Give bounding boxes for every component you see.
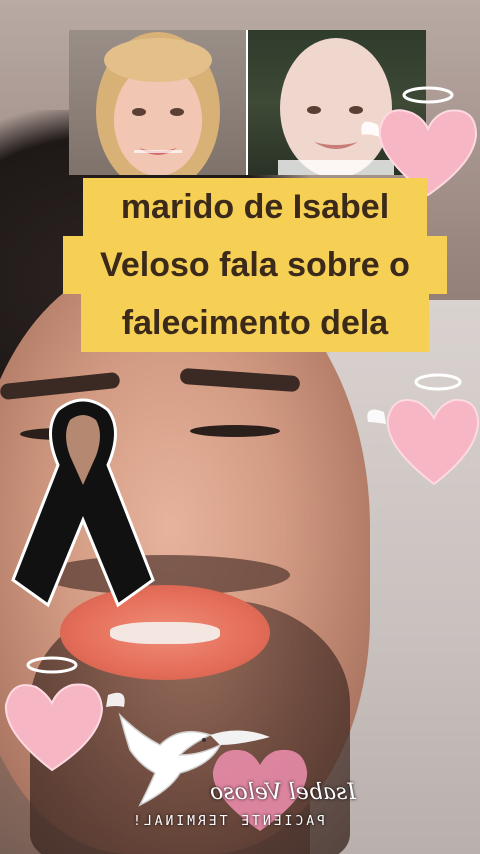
caption-box: marido de Isabel Veloso fala sobre o fal…: [63, 178, 447, 352]
photo-left: [69, 30, 246, 175]
angel-heart-icon: [367, 373, 480, 486]
caption-line-2: Veloso fala sobre o: [63, 236, 447, 294]
logo-subtitle: PACIENTE TERMINAL!: [130, 814, 325, 829]
teeth: [110, 622, 220, 644]
isabel-veloso-logo: Isabel Veloso PACIENTE TERMINAL!: [130, 780, 400, 840]
caption-line-1: marido de Isabel: [83, 178, 427, 236]
mourning-ribbon-icon: [11, 398, 155, 608]
video-frame: marido de Isabel Veloso fala sobre o fal…: [0, 0, 480, 854]
logo-script-text: Isabel Veloso: [210, 780, 356, 805]
right-eye: [190, 425, 280, 437]
caption-line-3: falecimento dela: [81, 294, 429, 352]
woman-portrait-icon: [96, 32, 220, 175]
